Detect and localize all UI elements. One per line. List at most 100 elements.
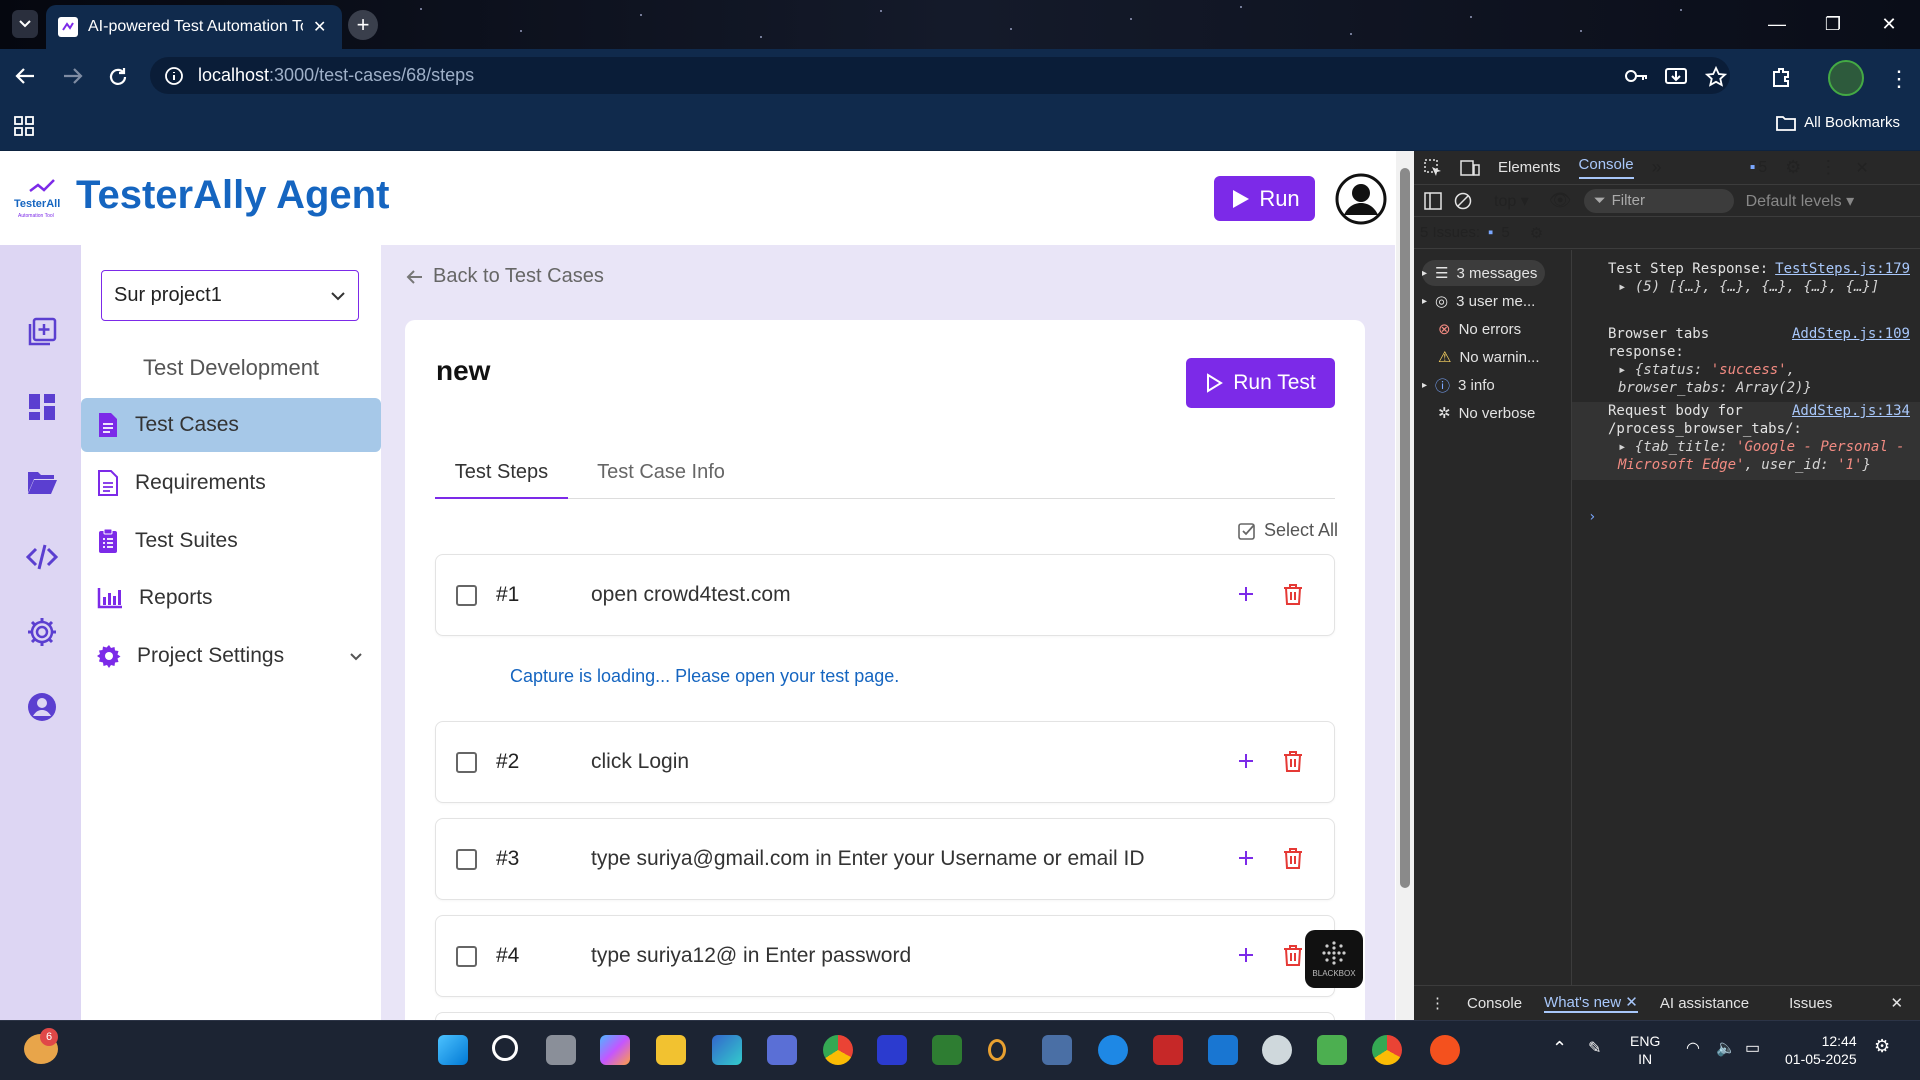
blackbox-widget[interactable]: BLACKBOX bbox=[1305, 930, 1363, 988]
site-info-icon[interactable] bbox=[164, 66, 184, 86]
kebab-menu-icon[interactable]: ⋮ bbox=[1819, 157, 1837, 178]
issues-settings-icon[interactable]: ⚙ bbox=[1530, 224, 1543, 242]
close-drawer-icon[interactable]: ✕ bbox=[1890, 994, 1903, 1012]
extensions-icon[interactable] bbox=[1770, 66, 1792, 88]
step-checkbox[interactable] bbox=[456, 946, 477, 967]
minimize-icon[interactable]: — bbox=[1752, 8, 1802, 40]
tab-elements[interactable]: Elements bbox=[1498, 159, 1561, 176]
app-icon[interactable] bbox=[932, 1035, 962, 1065]
system-clock[interactable]: 12:44 01-05-2025 bbox=[1785, 1032, 1857, 1068]
sidebar-item-test-cases[interactable]: Test Cases bbox=[81, 398, 381, 452]
step-checkbox[interactable] bbox=[456, 849, 477, 870]
browser-tab-active[interactable]: AI-powered Test Automation To ✕ bbox=[46, 5, 342, 49]
user-avatar[interactable] bbox=[1335, 173, 1387, 225]
log-object[interactable]: ▸ {status: 'success', browser_tabs: Arra… bbox=[1608, 361, 1910, 397]
bookmark-star-icon[interactable] bbox=[1705, 66, 1727, 88]
copilot-icon[interactable] bbox=[600, 1035, 630, 1065]
tab-test-case-info[interactable]: Test Case Info bbox=[581, 455, 741, 499]
key-icon[interactable] bbox=[1625, 68, 1649, 84]
app-icon[interactable] bbox=[877, 1035, 907, 1065]
kebab-menu-icon[interactable]: ⋮ bbox=[1888, 66, 1910, 92]
drawer-tab-issues[interactable]: Issues bbox=[1789, 995, 1832, 1012]
sidebar-item-reports[interactable]: Reports bbox=[81, 571, 381, 625]
pen-icon[interactable]: ✎ bbox=[1588, 1038, 1601, 1058]
step-text[interactable]: type suriya12@ in Enter password bbox=[591, 944, 911, 968]
drawer-tab-whats-new[interactable]: What's new ✕ bbox=[1544, 993, 1638, 1013]
step-text[interactable]: open crowd4test.com bbox=[591, 583, 791, 607]
back-arrow-icon[interactable] bbox=[14, 66, 36, 86]
drawer-tab-console[interactable]: Console bbox=[1467, 995, 1522, 1012]
forward-arrow-icon[interactable] bbox=[62, 66, 84, 86]
sidebar-errors[interactable]: ⊗ No errors bbox=[1438, 316, 1521, 342]
language-indicator[interactable]: ENG IN bbox=[1630, 1032, 1660, 1068]
add-step-icon[interactable] bbox=[1233, 581, 1259, 607]
battery-icon[interactable]: ▭ bbox=[1745, 1038, 1760, 1058]
tab-console[interactable]: Console bbox=[1578, 156, 1634, 179]
close-icon[interactable]: ✕ bbox=[313, 17, 326, 37]
inspect-element-icon[interactable] bbox=[1424, 158, 1442, 177]
project-select[interactable]: Sur project1 bbox=[101, 270, 359, 321]
clear-console-icon[interactable] bbox=[1454, 192, 1472, 210]
close-devtools-icon[interactable]: ✕ bbox=[1855, 158, 1868, 178]
app-icon[interactable] bbox=[988, 1039, 1006, 1061]
account-circle-icon[interactable] bbox=[26, 691, 58, 723]
sidebar-item-requirements[interactable]: Requirements bbox=[81, 456, 381, 510]
app-icon[interactable] bbox=[1042, 1035, 1072, 1065]
all-bookmarks[interactable]: All Bookmarks bbox=[1776, 114, 1900, 131]
sidebar-warnings[interactable]: ⚠ No warnin... bbox=[1438, 344, 1540, 370]
trash-icon[interactable] bbox=[1281, 749, 1305, 773]
log-object[interactable]: ▸ {tab_title: 'Google - Personal - Micro… bbox=[1608, 438, 1910, 474]
trash-icon[interactable] bbox=[1281, 846, 1305, 870]
scrollbar-thumb[interactable] bbox=[1400, 168, 1410, 888]
edge-browser-icon[interactable] bbox=[712, 1035, 742, 1065]
log-source-link[interactable]: AddStep.js:134 bbox=[1792, 402, 1910, 420]
close-window-icon[interactable]: ✕ bbox=[1864, 8, 1914, 40]
vscode-icon[interactable] bbox=[1208, 1035, 1238, 1065]
notification-settings-icon[interactable]: ⚙ bbox=[1874, 1036, 1890, 1057]
tab-search-button[interactable] bbox=[12, 10, 38, 38]
log-object[interactable]: ▸ (5) [{…}, {…}, {…}, {…}, {…}] bbox=[1582, 278, 1910, 296]
sidebar-verbose[interactable]: ✲ No verbose bbox=[1438, 400, 1535, 426]
trash-icon[interactable] bbox=[1281, 582, 1305, 606]
add-library-icon[interactable] bbox=[26, 316, 58, 348]
step-text[interactable]: type suriya@gmail.com in Enter your User… bbox=[591, 847, 1145, 871]
profile-avatar[interactable] bbox=[1828, 60, 1864, 96]
task-view-icon[interactable] bbox=[546, 1035, 576, 1065]
apps-grid-icon[interactable] bbox=[14, 116, 34, 136]
sidebar-user-messages[interactable]: ▸ ◎ 3 user me... bbox=[1422, 288, 1535, 314]
run-button[interactable]: Run bbox=[1214, 176, 1315, 221]
sidebar-item-project-settings[interactable]: Project Settings bbox=[81, 629, 381, 683]
app-icon[interactable] bbox=[1430, 1035, 1460, 1065]
add-step-icon[interactable] bbox=[1233, 942, 1259, 968]
more-tabs-icon[interactable]: » bbox=[1652, 157, 1662, 178]
issues-bar[interactable]: 5 Issues: ▪ 5 ⚙ bbox=[1414, 217, 1920, 249]
filter-input[interactable]: ⏷ Filter bbox=[1583, 188, 1734, 213]
add-step-icon[interactable] bbox=[1233, 845, 1259, 871]
back-to-test-cases-link[interactable]: Back to Test Cases bbox=[405, 265, 604, 288]
console-prompt[interactable]: › bbox=[1572, 508, 1920, 526]
code-icon[interactable] bbox=[26, 541, 58, 573]
notepad-icon[interactable] bbox=[1317, 1035, 1347, 1065]
volume-icon[interactable]: 🔈 bbox=[1716, 1038, 1736, 1058]
settings-gear-icon[interactable] bbox=[26, 616, 58, 648]
log-levels-select[interactable]: Default levels ▾ bbox=[1746, 191, 1855, 211]
log-source-link[interactable]: AddStep.js:109 bbox=[1792, 325, 1910, 343]
trash-icon[interactable] bbox=[1281, 943, 1305, 967]
restore-icon[interactable]: ❐ bbox=[1808, 8, 1858, 40]
issues-counter[interactable]: ▪ 5 bbox=[1750, 159, 1768, 177]
select-all-button[interactable]: Select All bbox=[1238, 520, 1338, 541]
reload-icon[interactable] bbox=[107, 66, 129, 88]
step-text[interactable]: click Login bbox=[591, 750, 689, 774]
eye-icon[interactable]: 👁 bbox=[1549, 190, 1572, 211]
folder-open-icon[interactable] bbox=[26, 466, 58, 498]
start-windows-icon[interactable] bbox=[438, 1035, 468, 1065]
dashboard-icon[interactable] bbox=[26, 391, 58, 423]
sidebar-toggle-icon[interactable] bbox=[1424, 191, 1442, 210]
chrome-icon[interactable] bbox=[823, 1035, 853, 1065]
chevron-up-icon[interactable]: ⌃ bbox=[1552, 1038, 1567, 1059]
add-step-icon[interactable] bbox=[1233, 748, 1259, 774]
step-checkbox[interactable] bbox=[456, 752, 477, 773]
tab-test-steps[interactable]: Test Steps bbox=[435, 455, 568, 499]
chrome-icon[interactable] bbox=[1372, 1035, 1402, 1065]
skype-icon[interactable] bbox=[1098, 1035, 1128, 1065]
